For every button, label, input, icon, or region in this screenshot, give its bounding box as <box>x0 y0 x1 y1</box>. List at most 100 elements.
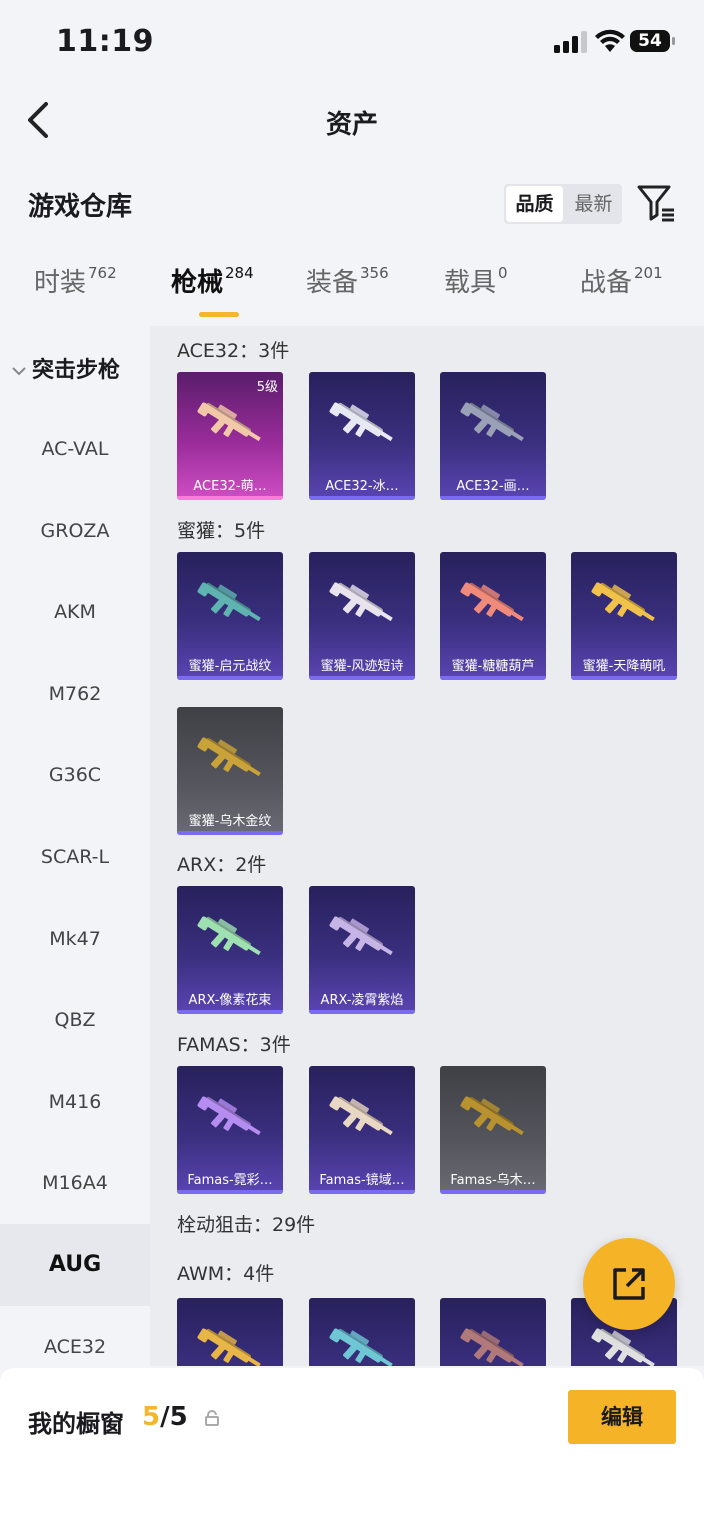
weapon-name: Famas-镜域… <box>319 1173 405 1188</box>
weapon-image <box>460 1096 524 1136</box>
sidebar-item-m16a4[interactable]: M16A4 <box>0 1142 150 1224</box>
sidebar-item-m762[interactable]: M762 <box>0 653 150 735</box>
weapon-name: ACE32-萌… <box>193 479 267 494</box>
section-title: 游戏仓库 <box>28 192 133 222</box>
weapon-name: 蜜獾-风迹短诗 <box>320 659 404 674</box>
weapon-card[interactable]: 蜜獾-乌木金纹 <box>177 707 283 835</box>
page-title: 资产 <box>325 110 378 140</box>
quality-bar <box>309 1010 415 1014</box>
weapon-image <box>329 1328 393 1366</box>
quality-bar <box>177 831 283 835</box>
weapon-name: ARX-凌霄紫焰 <box>320 993 404 1008</box>
weapon-card[interactable]: 蜜獾-启元战纹 <box>177 552 283 680</box>
lock-icon <box>205 1410 219 1426</box>
quality-bar <box>177 1190 283 1194</box>
group-title: AWM：4件 <box>177 1263 275 1285</box>
category-tabs: 时装 762 枪械 284 装备 356 载具 0 战备 201 <box>0 262 704 320</box>
weapon-card[interactable]: ACE32-冰… <box>309 372 415 500</box>
sidebar-item-qbz[interactable]: QBZ <box>0 979 150 1061</box>
group-title: 蜜獾：5件 <box>177 520 266 542</box>
sidebar-item-scar-l[interactable]: SCAR-L <box>0 816 150 898</box>
weapon-name: 蜜獾-启元战纹 <box>188 659 272 674</box>
group-title: ACE32：3件 <box>177 340 290 362</box>
sidebar-item-akm[interactable]: AKM <box>0 571 150 653</box>
quality-bar <box>571 676 677 680</box>
sort-latest-option[interactable]: 最新 <box>565 184 622 224</box>
sidebar-item-groza[interactable]: GROZA <box>0 490 150 572</box>
weapon-name: Famas-乌木… <box>450 1173 536 1188</box>
weapon-image <box>460 1328 524 1366</box>
weapon-name: ARX-像素花束 <box>188 993 272 1008</box>
filter-icon[interactable] <box>636 182 678 224</box>
sidebar-group-assault-rifles[interactable]: 突击步枪 <box>12 352 120 384</box>
weapon-image <box>197 916 261 956</box>
group-title: 栓动狙击：29件 <box>177 1214 316 1236</box>
weapon-name: ACE32-画… <box>456 479 530 494</box>
sort-toggle: 品质 最新 <box>504 184 622 224</box>
weapon-grid: ACE32：3件 5级 ACE32-萌… ACE32-冰… ACE32-画… 蜜… <box>150 326 704 1366</box>
weapon-image <box>329 402 393 442</box>
tab-equipment[interactable]: 装备 356 <box>306 262 389 299</box>
weapon-name: Famas-霓彩… <box>187 1173 273 1188</box>
quality-bar <box>440 1190 546 1194</box>
sidebar-item-aug[interactable]: AUG <box>0 1224 150 1306</box>
chevron-down-icon <box>12 367 26 376</box>
tab-fashion[interactable]: 时装 762 <box>34 262 117 299</box>
weapon-name: 蜜獾-乌木金纹 <box>188 814 272 829</box>
sidebar-item-mk47[interactable]: Mk47 <box>0 898 150 980</box>
weapon-name: 蜜獾-天降萌吼 <box>582 659 666 674</box>
weapon-name: 蜜獾-糖糖葫芦 <box>451 659 535 674</box>
weapon-image <box>197 1096 261 1136</box>
weapon-card[interactable] <box>440 1298 546 1366</box>
sidebar-item-m416[interactable]: M416 <box>0 1061 150 1143</box>
weapon-card[interactable]: Famas-乌木… <box>440 1066 546 1194</box>
weapon-name: ACE32-冰… <box>325 479 399 494</box>
weapon-image <box>591 582 655 622</box>
weapon-image <box>197 582 261 622</box>
weapon-card[interactable]: 蜜獾-风迹短诗 <box>309 552 415 680</box>
sidebar-item-g36c[interactable]: G36C <box>0 734 150 816</box>
group-title: ARX：2件 <box>177 854 267 876</box>
weapon-card[interactable] <box>309 1298 415 1366</box>
weapon-card[interactable]: ARX-像素花束 <box>177 886 283 1014</box>
quality-bar <box>177 496 283 500</box>
status-bar: 11:19 54 <box>0 0 704 86</box>
showcase-count: 5/5 <box>142 1402 188 1432</box>
level-badge: 5级 <box>256 380 278 395</box>
share-fab[interactable] <box>583 1238 675 1330</box>
nav-bar: 资产 <box>0 86 704 156</box>
quality-bar <box>440 676 546 680</box>
weapon-card[interactable]: 5级 ACE32-萌… <box>177 372 283 500</box>
edit-button[interactable]: 编辑 <box>568 1390 676 1444</box>
tab-supplies[interactable]: 战备 201 <box>580 262 663 299</box>
cellular-signal-icon <box>554 31 587 53</box>
weapon-card[interactable]: Famas-镜域… <box>309 1066 415 1194</box>
battery-icon: 54 <box>630 30 676 54</box>
weapon-card[interactable]: 蜜獾-糖糖葫芦 <box>440 552 546 680</box>
wifi-icon <box>595 29 625 52</box>
weapon-card[interactable]: 蜜獾-天降萌吼 <box>571 552 677 680</box>
tab-vehicles[interactable]: 载具 0 <box>444 262 508 299</box>
showcase-bar: 我的橱窗 5/5 编辑 <box>0 1368 704 1523</box>
weapon-card[interactable] <box>177 1298 283 1366</box>
weapon-type-sidebar: 突击步枪 AC-VAL GROZA AKM M762 G36C SCAR-L Mk47 QBZ… <box>0 326 150 1366</box>
weapon-image <box>197 737 261 777</box>
weapon-card[interactable]: ACE32-画… <box>440 372 546 500</box>
weapon-image <box>460 582 524 622</box>
quality-bar <box>309 496 415 500</box>
quality-bar <box>440 496 546 500</box>
sidebar-item-ac-val[interactable]: AC-VAL <box>0 408 150 490</box>
tab-firearms[interactable]: 枪械 284 <box>171 262 254 299</box>
clock: 11:19 <box>56 24 154 59</box>
group-title: FAMAS：3件 <box>177 1034 291 1056</box>
sort-quality-option[interactable]: 品质 <box>506 186 563 222</box>
quality-bar <box>177 676 283 680</box>
weapon-image <box>329 582 393 622</box>
weapon-card[interactable]: ARX-凌霄紫焰 <box>309 886 415 1014</box>
weapon-image <box>197 402 261 442</box>
weapon-card[interactable]: Famas-霓彩… <box>177 1066 283 1194</box>
active-tab-indicator <box>199 312 239 317</box>
weapon-image <box>329 916 393 956</box>
sidebar-item-ace32[interactable]: ACE32 <box>0 1306 150 1366</box>
quality-bar <box>309 676 415 680</box>
